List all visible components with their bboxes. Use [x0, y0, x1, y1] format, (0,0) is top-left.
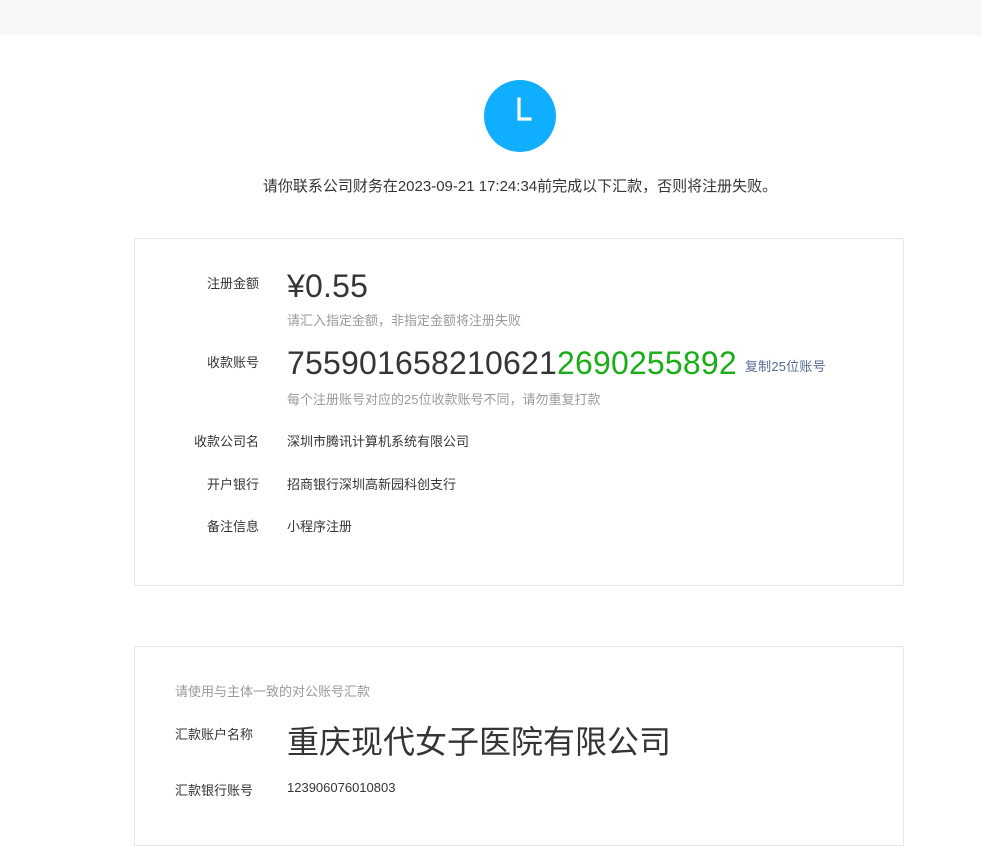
- account-number-suffix: 2690255892: [556, 345, 737, 381]
- remark-value: 小程序注册: [287, 519, 353, 534]
- payer-account-label: 汇款银行账号: [175, 783, 254, 798]
- amount-label: 注册金额: [206, 276, 259, 291]
- bank-value: 招商银行深圳高新园科创支行: [287, 477, 457, 492]
- payment-info-card: 注册金额 ¥0.55 请汇入指定金额，非指定金额将注册失败 收款账号 75590…: [134, 238, 904, 586]
- bank-label: 开户银行: [206, 477, 259, 492]
- account-hint: 每个注册账号对应的25位收款账号不同，请勿重复打款: [287, 392, 601, 407]
- copy-account-link[interactable]: 复制25位账号: [745, 359, 826, 374]
- status-clock-icon: [484, 80, 556, 152]
- account-number-prefix: 755901658210621: [287, 345, 557, 381]
- amount-hint: 请汇入指定金额，非指定金额将注册失败: [287, 313, 522, 328]
- payer-name-value: 重庆现代女子医院有限公司: [287, 724, 672, 760]
- account-label: 收款账号: [206, 355, 259, 370]
- remark-label: 备注信息: [206, 519, 259, 534]
- deadline-notice: 请你联系公司财务在2023-09-21 17:24:34前完成以下汇款，否则将注…: [262, 178, 778, 195]
- payer-name-label: 汇款账户名称: [175, 727, 254, 742]
- payer-account-value: 123906076010803: [287, 780, 396, 795]
- company-label: 收款公司名: [193, 434, 259, 449]
- payer-info-card: 请使用与主体一致的对公账号汇款 汇款账户名称 重庆现代女子医院有限公司 汇款银行…: [134, 646, 904, 846]
- account-number: 7559016582106212690255892 复制25位账号: [287, 345, 826, 382]
- top-bar: [0, 0, 982, 35]
- payer-hint: 请使用与主体一致的对公账号汇款: [175, 684, 371, 699]
- company-value: 深圳市腾讯计算机系统有限公司: [287, 434, 470, 449]
- amount-value: ¥0.55: [287, 268, 369, 304]
